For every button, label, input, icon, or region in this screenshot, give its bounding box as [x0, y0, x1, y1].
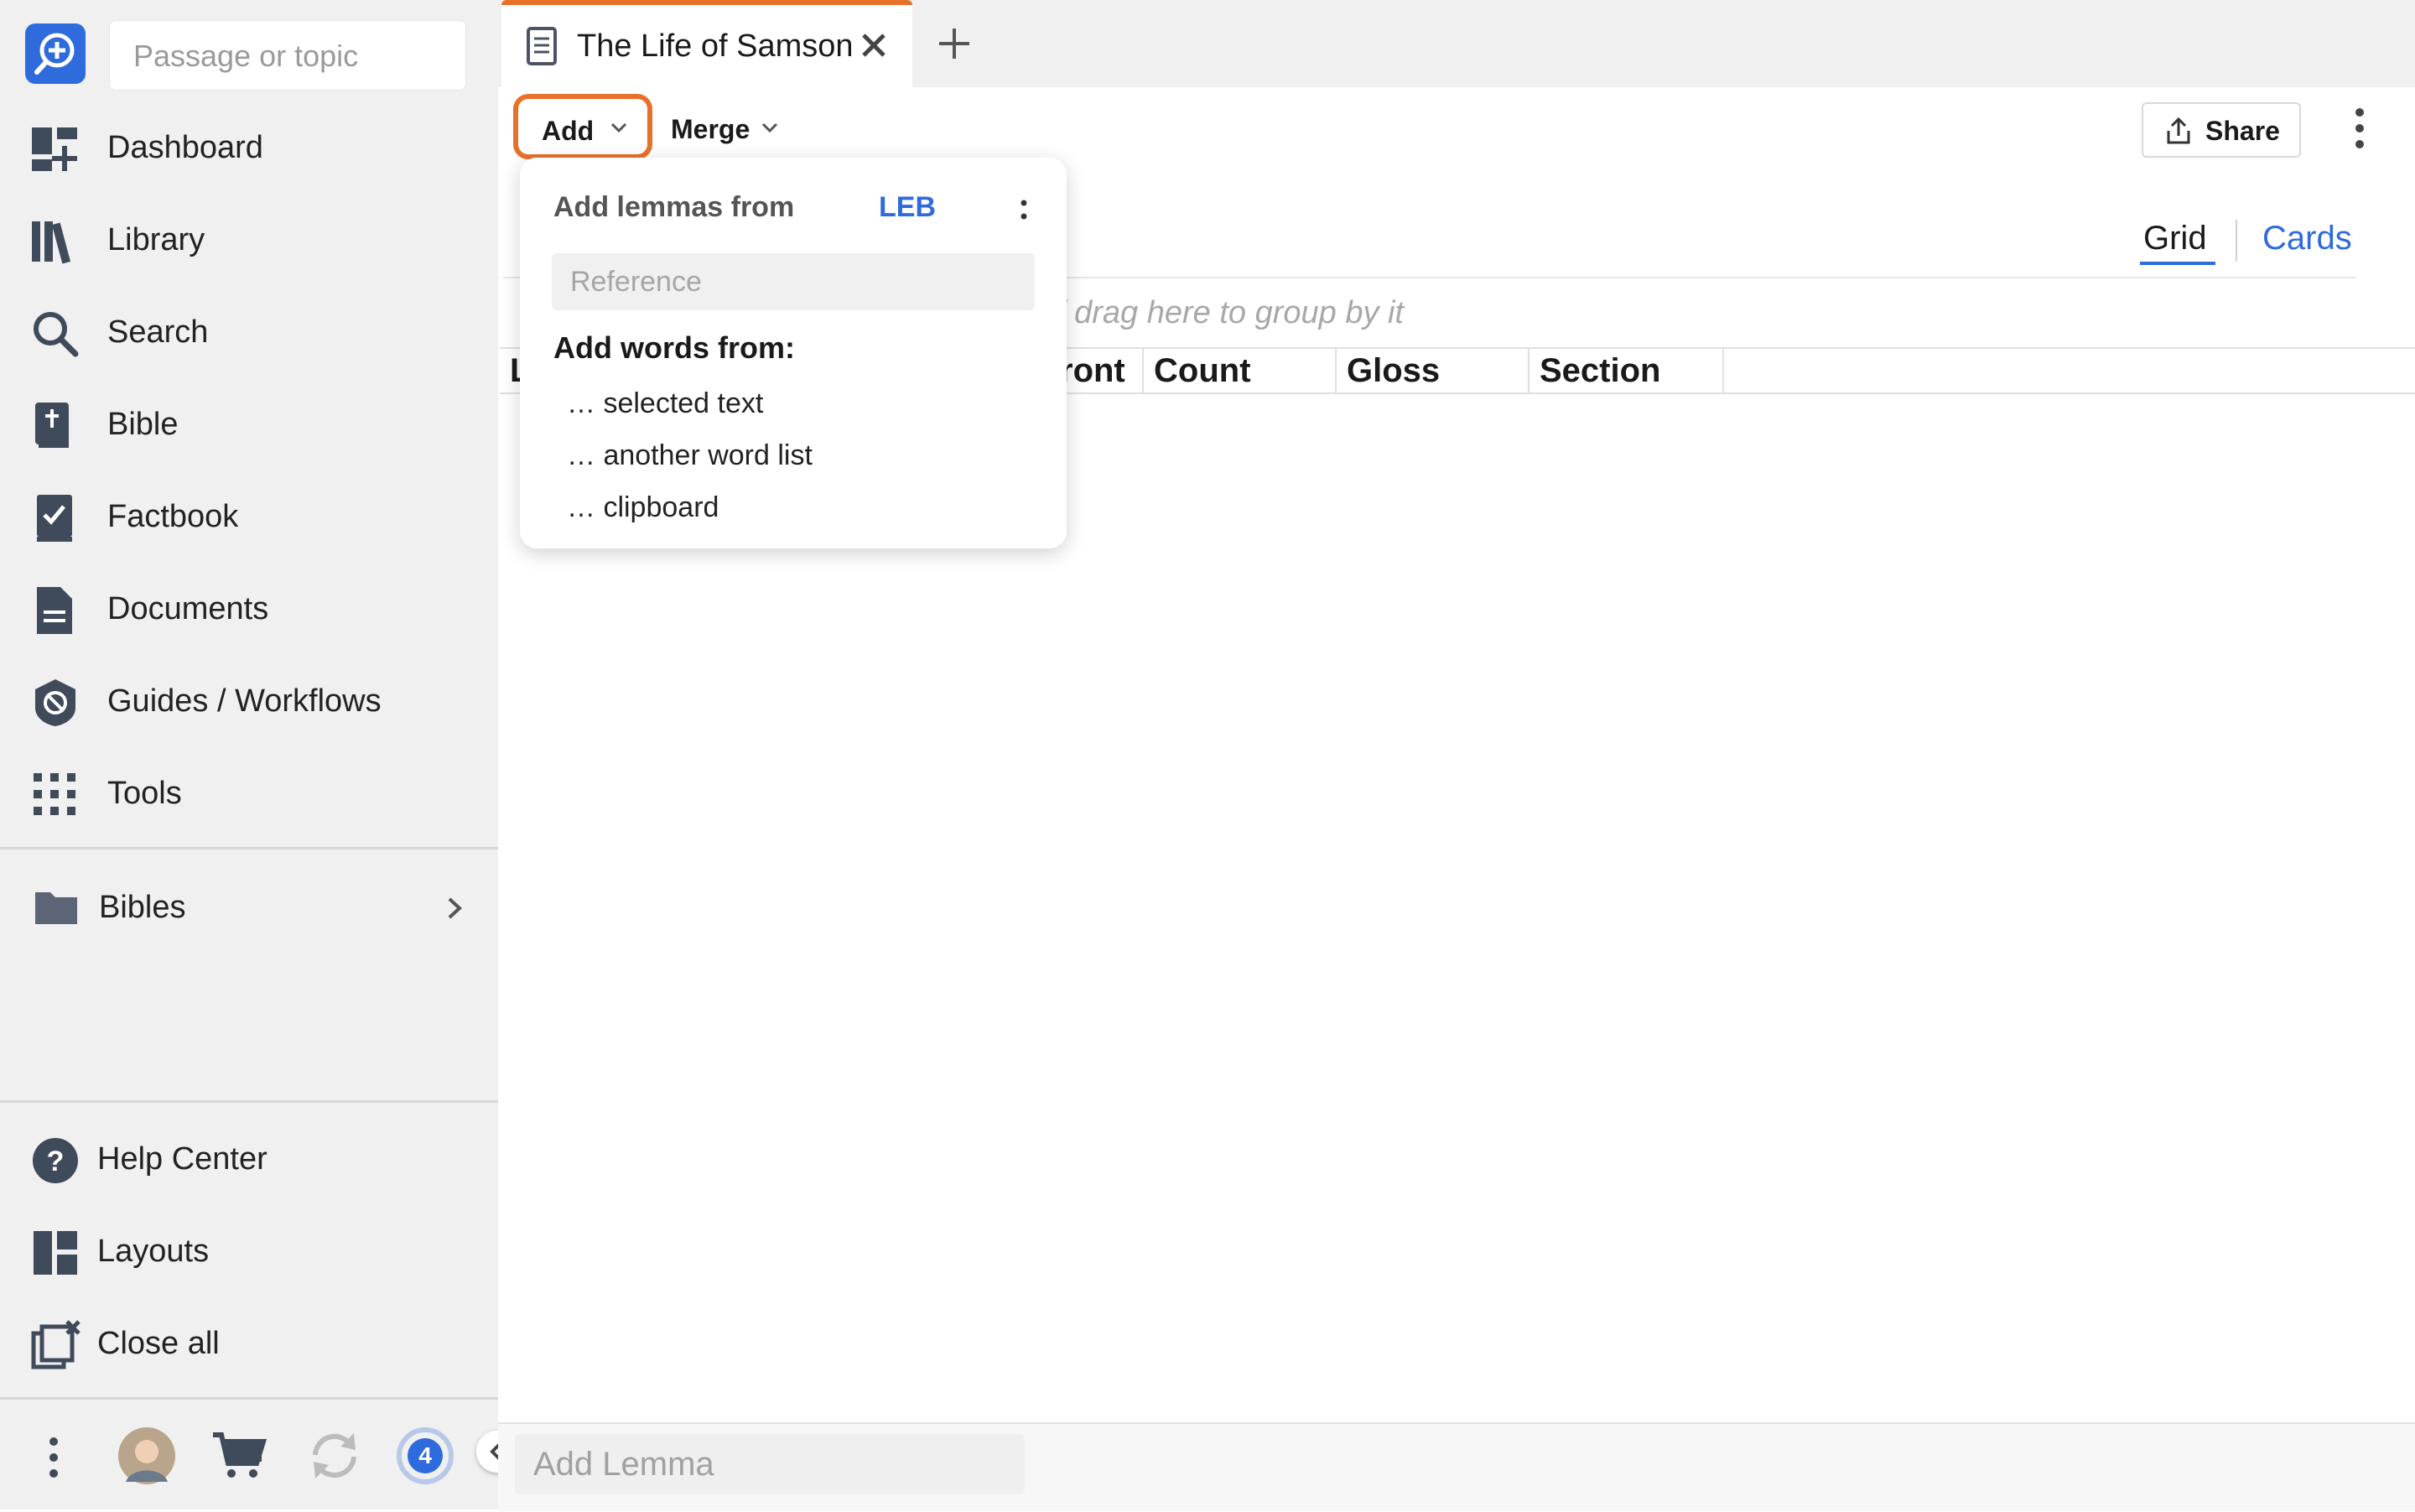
- more-vertical-icon[interactable]: [47, 1437, 60, 1478]
- add-button[interactable]: Add: [513, 94, 652, 159]
- sidebar-item-label: Close all: [97, 1325, 220, 1361]
- factbook-icon: [30, 493, 80, 543]
- grid-view-toggle[interactable]: Grid: [2140, 216, 2215, 267]
- sidebar-item-label: Factbook: [107, 498, 239, 534]
- sidebar: Passage or topic Dashboard Library Searc…: [0, 0, 499, 1509]
- sidebar-item-close-all[interactable]: Close all: [0, 1302, 498, 1385]
- sidebar-item-factbook[interactable]: Factbook: [0, 475, 498, 559]
- svg-text:?: ?: [47, 1146, 65, 1177]
- cards-view-toggle[interactable]: Cards: [2262, 216, 2363, 267]
- guides-icon: [30, 678, 80, 728]
- chevron-right-icon: [443, 894, 466, 922]
- sidebar-item-label: Tools: [107, 775, 182, 811]
- sidebar-item-label: Library: [107, 221, 205, 257]
- folder-icon: [34, 884, 84, 934]
- sync-icon[interactable]: [307, 1430, 362, 1482]
- help-icon: ?: [30, 1135, 80, 1186]
- column-header-gloss[interactable]: Gloss: [1337, 347, 1530, 394]
- share-button[interactable]: Share: [2142, 102, 2301, 158]
- library-icon: [30, 216, 80, 267]
- close-all-icon: [30, 1320, 80, 1370]
- sidebar-item-label: Dashboard: [107, 129, 263, 165]
- add-from-selected-text[interactable]: … selected text: [567, 387, 763, 420]
- sidebar-item-label: Layouts: [97, 1233, 210, 1269]
- cards-label: Cards: [2262, 220, 2352, 257]
- tab-the-life-of-samson[interactable]: The Life of Samson: [501, 0, 912, 87]
- chevron-down-icon: [760, 117, 780, 138]
- view-toggle-divider: [2236, 220, 2237, 262]
- sidebar-item-search[interactable]: Search: [0, 290, 498, 374]
- group-hint-text: drag here to group by it: [1074, 295, 1405, 330]
- bible-icon: [30, 401, 80, 451]
- sidebar-item-label: Guides / Workflows: [107, 683, 382, 719]
- sidebar-item-help-center[interactable]: ? Help Center: [0, 1117, 498, 1201]
- new-tab-plus-icon[interactable]: [937, 27, 971, 60]
- notifications-badge[interactable]: 4: [396, 1426, 454, 1485]
- reference-input[interactable]: Reference: [552, 253, 1035, 310]
- version-options-icon[interactable]: [1020, 196, 1028, 223]
- more-options-icon[interactable]: [2353, 107, 2366, 149]
- column-header-count[interactable]: Count: [1144, 347, 1337, 394]
- add-lemma-input[interactable]: Add Lemma: [515, 1434, 1025, 1494]
- sidebar-item-layouts[interactable]: Layouts: [0, 1209, 498, 1293]
- add-dropdown-menu: Add lemmas from LEB Add words from:: [520, 158, 1067, 548]
- sidebar-item-label: Bible: [107, 406, 179, 442]
- sidebar-item-label: Documents: [107, 590, 269, 626]
- merge-button[interactable]: Merge: [671, 104, 788, 154]
- passage-search-input[interactable]: Passage or topic: [109, 20, 466, 91]
- cart-icon[interactable]: [211, 1430, 267, 1480]
- add-from-clipboard[interactable]: … clipboard: [567, 491, 719, 524]
- sidebar-divider: [0, 847, 498, 850]
- layouts-icon: [30, 1228, 80, 1278]
- tools-grid-icon: [30, 770, 80, 820]
- sidebar-item-label: Help Center: [97, 1140, 267, 1177]
- grid-label: Grid: [2143, 220, 2207, 257]
- sidebar-divider: [0, 1100, 498, 1103]
- group-by-hint: / drag here to group by it: [1057, 295, 1404, 331]
- sidebar-bottom-bar: 4: [0, 1397, 498, 1512]
- document-icon: [527, 27, 557, 65]
- sidebar-item-documents[interactable]: Documents: [0, 567, 498, 651]
- add-lemmas-label: Add lemmas from: [553, 191, 795, 223]
- folder-label: Bibles: [99, 889, 186, 925]
- app-logo-icon[interactable]: [25, 23, 86, 84]
- sidebar-item-library[interactable]: Library: [0, 198, 498, 282]
- sidebar-item-bible[interactable]: Bible: [0, 382, 498, 466]
- chevron-down-icon: [609, 117, 629, 138]
- sidebar-folder-bibles[interactable]: Bibles: [0, 865, 498, 949]
- dashboard-icon: [30, 124, 80, 174]
- sidebar-item-label: Search: [107, 314, 209, 350]
- column-header-section[interactable]: Section: [1530, 347, 1724, 394]
- version-selector[interactable]: LEB: [879, 191, 936, 224]
- add-button-label: Add: [542, 116, 595, 146]
- tab-label: The Life of Samson: [577, 29, 854, 64]
- documents-icon: [30, 585, 80, 636]
- share-icon: [2165, 116, 2192, 146]
- sidebar-item-dashboard[interactable]: Dashboard: [0, 106, 498, 190]
- active-view-underline: [2140, 262, 2215, 265]
- sidebar-item-tools[interactable]: Tools: [0, 751, 498, 835]
- add-from-another-word-list[interactable]: … another word list: [567, 439, 813, 472]
- sidebar-item-guides[interactable]: Guides / Workflows: [0, 659, 498, 743]
- merge-button-label: Merge: [671, 114, 750, 144]
- notification-count: 4: [418, 1442, 432, 1468]
- avatar[interactable]: [117, 1426, 176, 1485]
- search-icon: [30, 309, 80, 359]
- close-icon[interactable]: [860, 32, 887, 59]
- add-words-heading: Add words from:: [553, 330, 795, 365]
- share-button-label: Share: [2205, 116, 2280, 146]
